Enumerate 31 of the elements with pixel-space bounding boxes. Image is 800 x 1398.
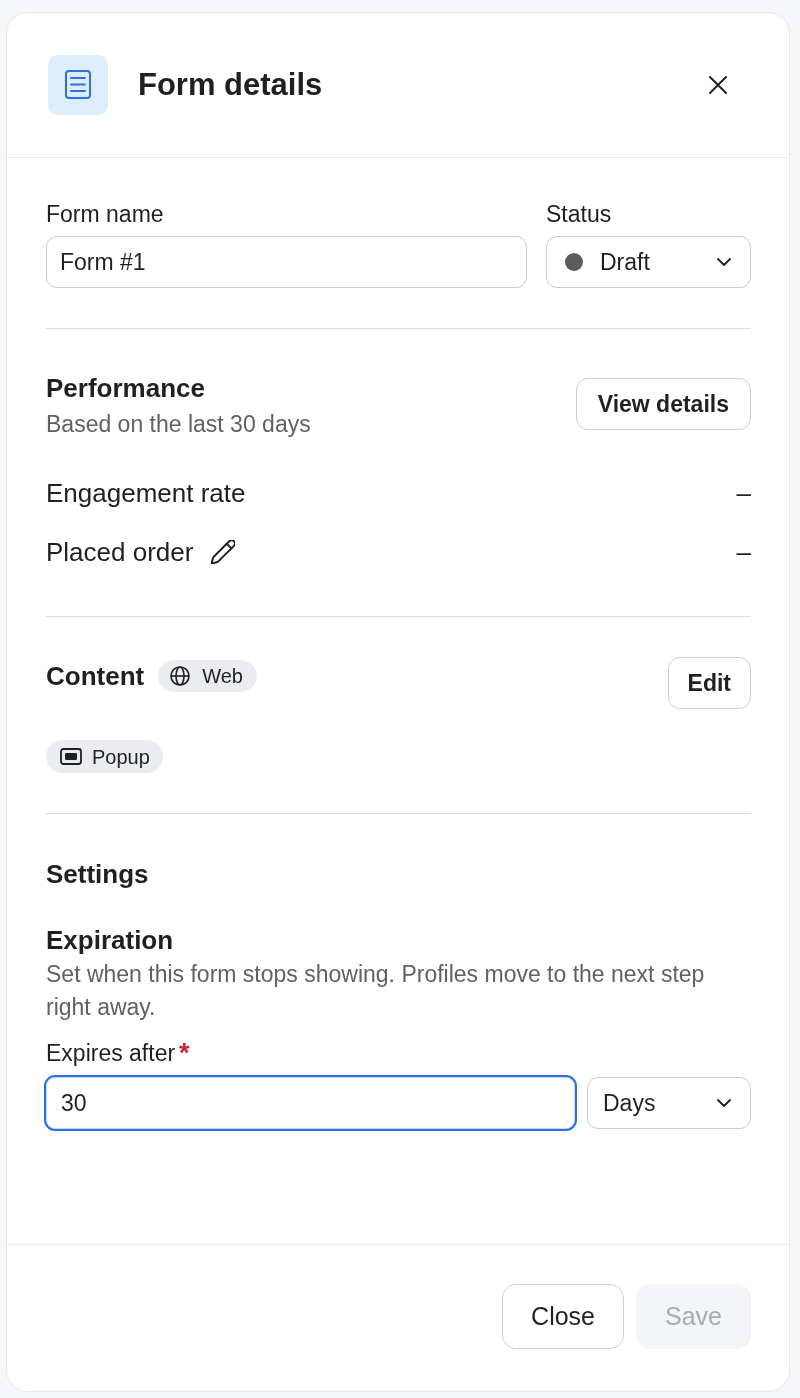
content-type-tag: Popup <box>46 740 163 773</box>
form-name-field[interactable]: Form #1 <box>46 236 527 288</box>
status-select[interactable]: Draft <box>546 236 751 288</box>
channel-tag: Web <box>158 660 257 692</box>
pencil-icon[interactable] <box>211 540 236 564</box>
section-description: Set when this form stops showing. Profiles move to the next step right away. <box>46 960 706 1022</box>
dialog-title: Form details <box>138 66 323 104</box>
field-label: Form name <box>46 200 164 228</box>
metric-label: Placed order <box>46 537 194 567</box>
document-icon <box>48 55 108 115</box>
section-title: Performance <box>46 374 205 402</box>
metric-value: – <box>736 537 751 567</box>
section-subtitle: Based on the last 30 days <box>46 410 311 438</box>
popup-icon <box>60 748 82 765</box>
close-icon[interactable] <box>709 76 727 94</box>
chevron-down-icon <box>717 258 731 266</box>
required-mark: * <box>179 1039 190 1067</box>
globe-icon <box>170 666 191 686</box>
section-title: Settings <box>46 860 149 888</box>
section-title: Content <box>46 662 145 690</box>
field-label: Status <box>546 200 612 228</box>
close-button[interactable]: Close <box>502 1284 624 1349</box>
expires-after-field[interactable]: 30 <box>44 1075 577 1131</box>
unit-select[interactable]: Days <box>587 1077 751 1129</box>
chevron-down-icon <box>717 1099 731 1107</box>
view-details-button[interactable]: View details <box>575 378 751 430</box>
edit-button[interactable]: Edit <box>667 657 751 709</box>
metric-label: Engagement rate <box>46 478 246 508</box>
metric-value: – <box>736 478 751 508</box>
field-label: Expires after <box>46 1039 176 1067</box>
subsection-title: Expiration <box>46 926 174 954</box>
